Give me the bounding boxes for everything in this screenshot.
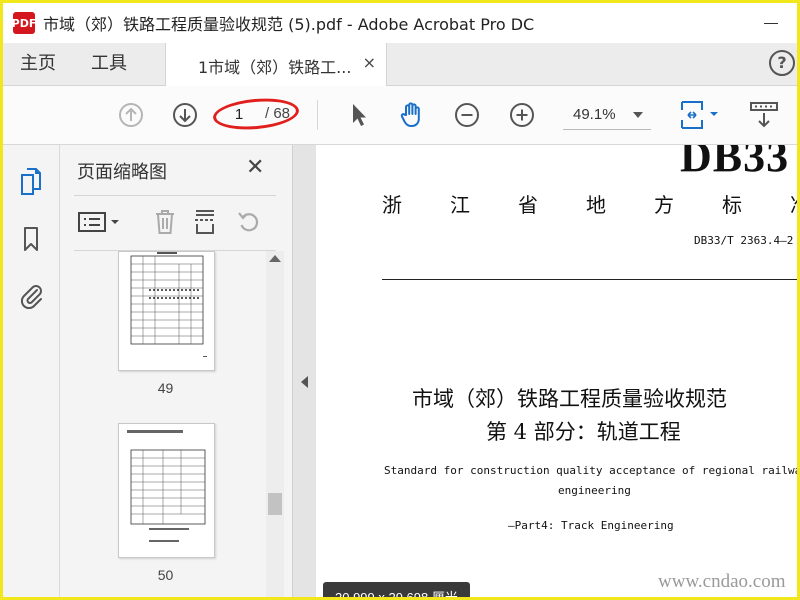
- tab-document[interactable]: 1市域（郊）铁路工... ×: [165, 43, 387, 86]
- hand-icon: [400, 102, 420, 127]
- plus-circle-icon: [510, 103, 534, 127]
- scroll-mode-button[interactable]: [747, 99, 781, 131]
- zoom-value: 49.1%: [573, 106, 616, 123]
- rotate-icon: [238, 212, 259, 232]
- page-total: / 68: [265, 105, 291, 122]
- trash-icon: [156, 210, 174, 234]
- options-menu-icon: [78, 212, 119, 232]
- zoom-select[interactable]: 49.1%: [563, 101, 651, 130]
- thumbnail-page-49[interactable]: [118, 251, 215, 371]
- tab-tools[interactable]: 工具: [91, 43, 127, 85]
- page-thumbnails-panel: 页面缩略图 ✕ 49 50: [60, 145, 293, 597]
- pages-icon: [21, 168, 41, 195]
- document-subtitle: 第 4 部分：轨道工程: [486, 420, 681, 444]
- rotate-page-button[interactable]: [234, 207, 264, 237]
- close-panel-button[interactable]: ✕: [246, 157, 264, 179]
- thumbnail-options-button[interactable]: [76, 207, 122, 237]
- tab-home[interactable]: 主页: [20, 43, 56, 85]
- fit-page-icon: [681, 101, 718, 129]
- chevron-left-icon[interactable]: [301, 376, 308, 388]
- attachments-button[interactable]: [15, 279, 47, 311]
- tab-document-label: 1市域（郊）铁路工...: [198, 58, 352, 77]
- keyboard-scroll-icon: [750, 102, 778, 128]
- select-tool-button[interactable]: [343, 99, 375, 131]
- arrow-up-circle-icon: [119, 103, 143, 127]
- local-standard-heading: 浙江省地方标准: [382, 193, 797, 217]
- close-tab-button[interactable]: ×: [363, 53, 376, 72]
- app-window: PDF 市域（郊）铁路工程质量验收规范 (5).pdf - Adobe Acro…: [0, 0, 800, 600]
- toolbar-divider: [317, 100, 318, 130]
- horizontal-rule: [382, 279, 797, 280]
- tab-bar: 主页 工具 1市域（郊）铁路工... × ?: [3, 43, 797, 86]
- title-bar: PDF 市域（郊）铁路工程质量验收规范 (5).pdf - Adobe Acro…: [3, 3, 797, 44]
- bookmarks-button[interactable]: [15, 223, 47, 255]
- insert-page-button[interactable]: [190, 207, 220, 237]
- panel-divider: [74, 195, 276, 196]
- thumbnail-list: 49 50: [60, 251, 266, 597]
- thumbnail-page-number: 50: [157, 567, 174, 583]
- main-toolbar: / 68 49.1%: [3, 86, 797, 145]
- panel-title: 页面缩略图: [77, 162, 167, 183]
- page-size-tooltip: 20.999 x 29.698 厘米: [323, 582, 470, 597]
- delete-pages-button[interactable]: [150, 207, 180, 237]
- help-icon[interactable]: ?: [769, 50, 795, 76]
- minimize-button[interactable]: [759, 11, 783, 35]
- minus-circle-icon: [455, 103, 479, 127]
- watermark-text: www.cndao.com: [658, 571, 786, 592]
- acrobat-logo-icon: PDF: [12, 12, 36, 34]
- thumbnail-page-number: 49: [157, 380, 174, 396]
- navigation-rail: [3, 145, 60, 597]
- english-title-line: engineering: [558, 484, 631, 497]
- insert-page-icon: [195, 210, 215, 234]
- window-title: 市域（郊）铁路工程质量验收规范 (5).pdf - Adobe Acrobat …: [43, 15, 535, 34]
- panel-collapse-gutter[interactable]: [293, 145, 316, 597]
- zoom-in-button[interactable]: [506, 99, 538, 131]
- scroll-up-arrow-icon[interactable]: [269, 255, 281, 262]
- bookmark-icon: [24, 227, 38, 251]
- arrow-down-circle-icon: [173, 103, 197, 127]
- previous-page-button[interactable]: [115, 99, 147, 131]
- hand-tool-button[interactable]: [397, 99, 429, 131]
- page-number-input[interactable]: [217, 101, 261, 127]
- page-thumbnails-button[interactable]: [15, 165, 47, 197]
- document-title: 市域（郊）铁路工程质量验收规范: [412, 387, 727, 411]
- paperclip-icon: [20, 285, 42, 309]
- zoom-out-button[interactable]: [451, 99, 483, 131]
- page-preview-image: [127, 430, 206, 542]
- chevron-down-icon: [633, 112, 643, 118]
- thumbnail-scrollbar[interactable]: [266, 251, 284, 597]
- scrollbar-thumb[interactable]: [268, 493, 282, 515]
- thumbnail-page-50[interactable]: [118, 423, 215, 558]
- next-page-button[interactable]: [169, 99, 201, 131]
- document-page: DB33 浙江省地方标准 DB33/T 2363.4—2 市域（郊）铁路工程质量…: [316, 145, 797, 597]
- page-display-button[interactable]: [677, 99, 723, 131]
- english-title-line: Standard for construction quality accept…: [384, 464, 797, 477]
- standard-code-large: DB33: [680, 145, 790, 181]
- standard-number: DB33/T 2363.4—2: [694, 234, 794, 247]
- cursor-arrow-icon: [353, 104, 366, 126]
- english-part-title: —Part4: Track Engineering: [508, 519, 674, 532]
- page-preview-image: [130, 252, 207, 357]
